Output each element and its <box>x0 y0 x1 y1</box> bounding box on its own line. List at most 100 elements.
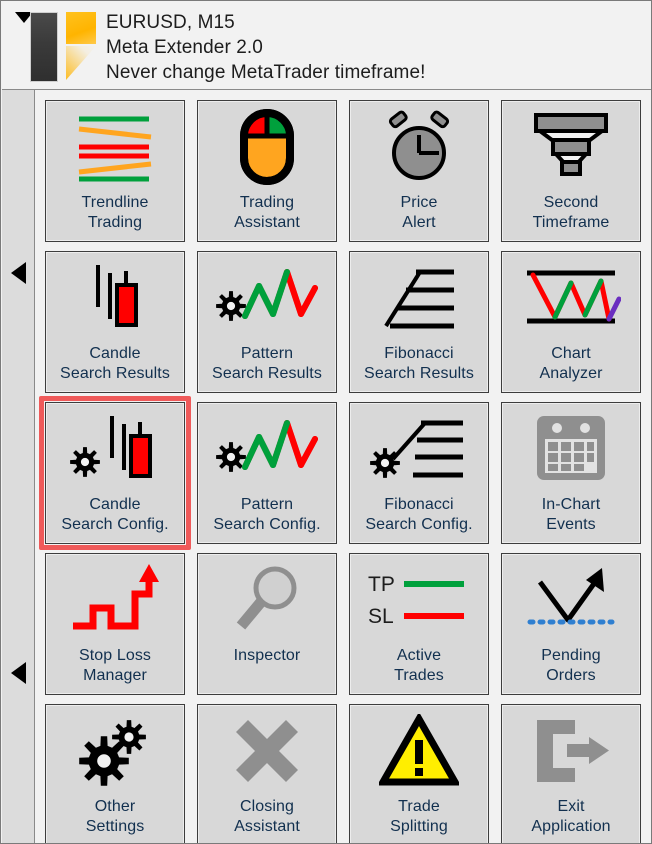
grid-cell-second-timeframe: Second Timeframe <box>501 100 651 251</box>
magnifier-icon <box>197 554 337 646</box>
label-line-2: Orders <box>546 667 596 684</box>
label-line-2: Search Config. <box>61 516 169 533</box>
mouse-icon <box>197 101 337 193</box>
label-line-1: Pattern <box>240 496 294 513</box>
button-label-pattern-search-config: Pattern Search Config. <box>198 495 336 535</box>
label-line-1: Trendline <box>81 194 149 211</box>
fibonacci-gear-icon <box>349 403 489 495</box>
label-line-2: Settings <box>85 818 145 835</box>
button-in-chart-events[interactable]: In-Chart Events <box>501 402 641 544</box>
label-line-2: Trading <box>87 214 143 231</box>
button-fibonacci-search-results[interactable]: Fibonacci Search Results <box>349 251 489 393</box>
button-label-other-settings: Other Settings <box>46 797 184 837</box>
button-label-inspector: Inspector <box>198 646 336 666</box>
button-price-alert[interactable]: Price Alert <box>349 100 489 242</box>
label-line-2: Application <box>531 818 611 835</box>
button-label-closing-assistant: Closing Assistant <box>198 797 336 837</box>
button-pattern-search-results[interactable]: Pattern Search Results <box>197 251 337 393</box>
button-pattern-search-config[interactable]: Pattern Search Config. <box>197 402 337 544</box>
button-label-trendline-trading: Trendline Trading <box>46 193 184 233</box>
grid-cell-other-settings: Other Settings <box>45 704 197 843</box>
label-line-1: Stop Loss <box>78 647 152 664</box>
label-line-1: Other <box>94 798 136 815</box>
button-label-exit-application: Exit Application <box>502 797 640 837</box>
label-line-2: Alert <box>402 214 436 231</box>
grid-cell-pattern-search-results: Pattern Search Results <box>197 251 349 402</box>
panel-header: EURUSD, M15 Meta Extender 2.0 Never chan… <box>2 2 651 90</box>
grid-cell-price-alert: Price Alert <box>349 100 501 251</box>
label-line-2: Splitting <box>390 818 448 835</box>
label-line-2: Assistant <box>234 818 300 835</box>
button-label-trade-splitting: Trade Splitting <box>350 797 488 837</box>
button-exit-application[interactable]: Exit Application <box>501 704 641 843</box>
button-label-candle-search-config: Candle Search Config. <box>46 495 184 535</box>
label-line-1: Inspector <box>233 647 301 664</box>
grid-cell-pattern-search-config: Pattern Search Config. <box>197 402 349 553</box>
grid-cell-closing-assistant: Closing Assistant <box>197 704 349 843</box>
svg-text:TP: TP <box>368 573 395 596</box>
label-line-2: Search Config. <box>213 516 321 533</box>
calendar-icon <box>501 403 641 495</box>
triangle-left-icon-top[interactable] <box>11 262 26 284</box>
label-line-2: Search Results <box>60 365 170 382</box>
label-line-1: Price <box>400 194 438 211</box>
header-text-block: EURUSD, M15 Meta Extender 2.0 Never chan… <box>106 10 426 85</box>
triangle-left-icon-bottom[interactable] <box>11 662 26 684</box>
label-line-2: Events <box>546 516 596 533</box>
label-line-1: Exit <box>557 798 585 815</box>
label-line-1: Second <box>543 194 599 211</box>
button-label-chart-analyzer: Chart Analyzer <box>502 344 640 384</box>
label-line-1: Closing <box>239 798 295 815</box>
grid-cell-trade-splitting: Trade Splitting <box>349 704 501 843</box>
button-pending-orders[interactable]: Pending Orders <box>501 553 641 695</box>
funnel-stack-icon <box>501 101 641 193</box>
grid-cell-stop-loss-manager: Stop Loss Manager <box>45 553 197 704</box>
button-label-price-alert: Price Alert <box>350 193 488 233</box>
grid-cell-trading-assistant: Trading Assistant <box>197 100 349 251</box>
button-label-fibonacci-search-results: Fibonacci Search Results <box>350 344 488 384</box>
label-line-2: Search Config. <box>365 516 473 533</box>
header-warning: Never change MetaTrader timeframe! <box>106 62 426 83</box>
label-line-1: Active <box>396 647 442 664</box>
logo-orange-triangle <box>66 46 96 80</box>
grid-cell-fibonacci-search-config: Fibonacci Search Config. <box>349 402 501 553</box>
left-sidebar <box>2 90 35 843</box>
button-trading-assistant[interactable]: Trading Assistant <box>197 100 337 242</box>
cross-x-icon <box>197 705 337 797</box>
product-name: Meta Extender 2.0 <box>106 37 263 58</box>
button-candle-search-config[interactable]: Candle Search Config. <box>45 402 185 544</box>
label-line-2: Manager <box>83 667 147 684</box>
grid-cell-inspector: Inspector <box>197 553 349 704</box>
label-line-1: Pending <box>541 647 601 664</box>
grid-cell-pending-orders: Pending Orders <box>501 553 651 704</box>
trendline-icon <box>45 101 185 193</box>
button-inspector[interactable]: Inspector <box>197 553 337 695</box>
button-second-timeframe[interactable]: Second Timeframe <box>501 100 641 242</box>
button-label-pattern-search-results: Pattern Search Results <box>198 344 336 384</box>
label-line-2: Assistant <box>234 214 300 231</box>
button-label-pending-orders: Pending Orders <box>502 646 640 686</box>
zigzag-gear-icon <box>197 403 337 495</box>
label-line-2: Analyzer <box>539 365 603 382</box>
button-label-active-trades: Active Trades <box>350 646 488 686</box>
alarm-clock-icon <box>349 101 489 193</box>
grid-cell-chart-analyzer: Chart Analyzer <box>501 251 651 402</box>
candlestick-gear-icon <box>45 403 185 495</box>
exit-door-icon <box>501 705 641 797</box>
button-stop-loss-manager[interactable]: Stop Loss Manager <box>45 553 185 695</box>
button-chart-analyzer[interactable]: Chart Analyzer <box>501 251 641 393</box>
button-active-trades[interactable]: TP SL Active Trades <box>349 553 489 695</box>
button-fibonacci-search-config[interactable]: Fibonacci Search Config. <box>349 402 489 544</box>
button-trendline-trading[interactable]: Trendline Trading <box>45 100 185 242</box>
grid-cell-exit-application: Exit Application <box>501 704 651 843</box>
fibonacci-icon <box>349 252 489 344</box>
label-line-1: In-Chart <box>541 496 601 513</box>
button-other-settings[interactable]: Other Settings <box>45 704 185 843</box>
label-line-2: Timeframe <box>532 214 610 231</box>
button-candle-search-results[interactable]: Candle Search Results <box>45 251 185 393</box>
button-closing-assistant[interactable]: Closing Assistant <box>197 704 337 843</box>
zigzag-gear-icon <box>197 252 337 344</box>
button-trade-splitting[interactable]: Trade Splitting <box>349 704 489 843</box>
tp-sl-lines-icon: TP SL <box>349 554 489 646</box>
grid-cell-active-trades: TP SL Active Trades <box>349 553 501 704</box>
